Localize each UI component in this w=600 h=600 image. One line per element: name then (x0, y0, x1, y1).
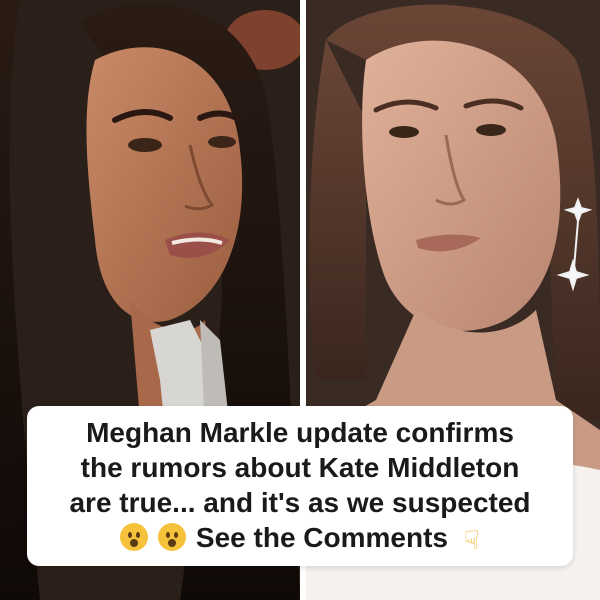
pointing-down-icon: ☟ (463, 524, 480, 555)
caption-line-1: Meghan Markle update confirms (86, 416, 514, 448)
hushed-face-icon (120, 522, 149, 551)
see-comments-text: See the Comments (195, 521, 448, 553)
hushed-face-icon (158, 522, 187, 551)
caption-card: Meghan Markle update confirms the rumors… (27, 406, 573, 566)
caption-line-4: See the Comments ☟ (120, 520, 480, 558)
caption-line-3: are true... and it's as we suspected (69, 486, 531, 518)
caption-line-2: the rumors about Kate Middleton (80, 451, 520, 483)
